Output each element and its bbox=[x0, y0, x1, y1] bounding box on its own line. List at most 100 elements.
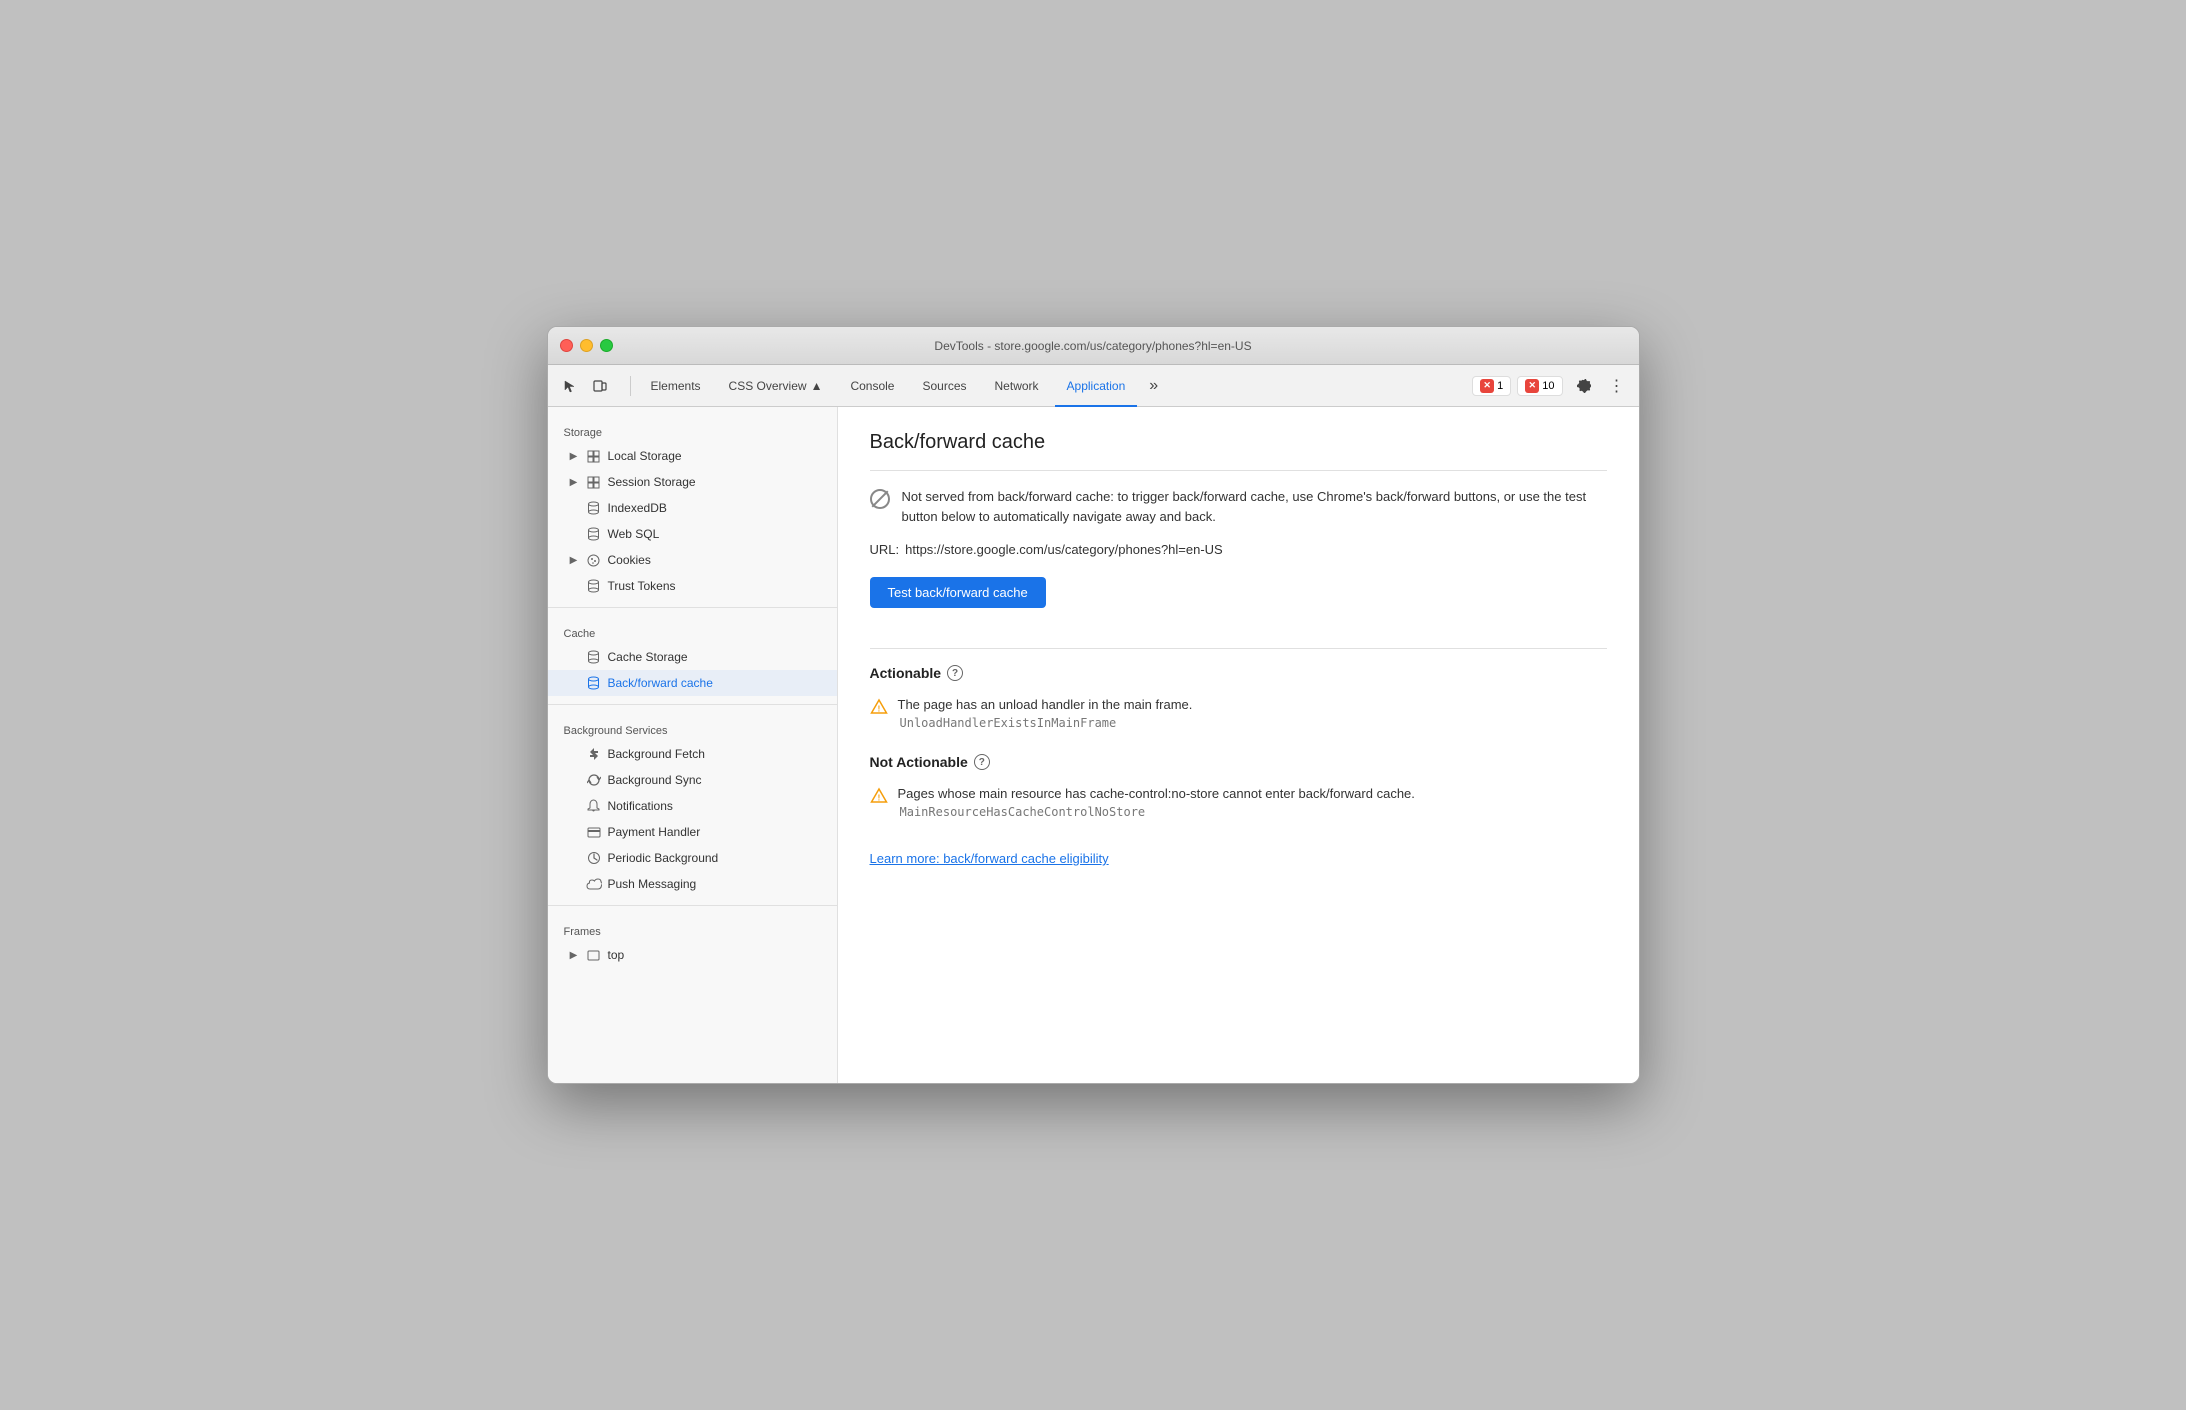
not-actionable-warning-text: Pages whose main resource has cache-cont… bbox=[898, 786, 1415, 819]
tab-elements[interactable]: Elements bbox=[639, 365, 713, 407]
sidebar-item-background-fetch[interactable]: ▶ Background Fetch bbox=[548, 741, 837, 767]
bell-icon bbox=[586, 798, 602, 814]
warning-icon: ✕ bbox=[1525, 379, 1539, 393]
maximize-button[interactable] bbox=[600, 339, 613, 352]
cursor-icon[interactable] bbox=[556, 372, 584, 400]
push-messaging-label: Push Messaging bbox=[608, 877, 697, 891]
warning-count: 10 bbox=[1542, 380, 1554, 392]
cylinder-icon-indexeddb bbox=[586, 500, 602, 516]
actionable-warning-item: ! The page has an unload handler in the … bbox=[870, 697, 1607, 730]
svg-text:!: ! bbox=[877, 705, 880, 714]
spacer-1 bbox=[870, 738, 1607, 754]
warning-count-badge[interactable]: ✕ 10 bbox=[1517, 376, 1562, 396]
error-icon: ✕ bbox=[1480, 379, 1494, 393]
close-button[interactable] bbox=[560, 339, 573, 352]
sidebar-item-session-storage[interactable]: ▶ Session Storage bbox=[548, 469, 837, 495]
background-fetch-label: Background Fetch bbox=[608, 747, 705, 761]
more-menu-button[interactable]: ⋮ bbox=[1603, 372, 1631, 400]
frame-icon bbox=[586, 947, 602, 963]
toolbar-right: ✕ 1 ✕ 10 ⋮ bbox=[1472, 372, 1630, 400]
warning-triangle-icon: ! bbox=[870, 698, 888, 716]
tab-sources[interactable]: Sources bbox=[910, 365, 978, 407]
window-title: DevTools - store.google.com/us/category/… bbox=[934, 339, 1251, 353]
not-actionable-warning-item: ! Pages whose main resource has cache-co… bbox=[870, 786, 1607, 819]
cookies-label: Cookies bbox=[608, 553, 651, 567]
local-storage-label: Local Storage bbox=[608, 449, 682, 463]
sidebar-item-cookies[interactable]: ▶ Cookies bbox=[548, 547, 837, 573]
sidebar-item-top[interactable]: ▶ top bbox=[548, 942, 837, 968]
not-actionable-title-text: Not Actionable bbox=[870, 754, 968, 770]
url-label: URL: bbox=[870, 542, 900, 557]
toolbar-icons bbox=[556, 372, 614, 400]
actionable-help-icon[interactable]: ? bbox=[947, 665, 963, 681]
bg-services-header: Background Services bbox=[548, 713, 837, 741]
not-actionable-warning-main: Pages whose main resource has cache-cont… bbox=[898, 786, 1415, 801]
divider-2 bbox=[548, 704, 837, 705]
tab-css-overview[interactable]: CSS Overview ▲ bbox=[717, 365, 835, 407]
top-divider bbox=[870, 470, 1607, 471]
actionable-section-title: Actionable ? bbox=[870, 665, 1607, 681]
sidebar-item-indexeddb[interactable]: ▶ IndexedDB bbox=[548, 495, 837, 521]
sidebar-scroll[interactable]: Storage ▶ Local Storage ▶ bbox=[548, 415, 837, 1075]
expand-arrow-local-storage: ▶ bbox=[568, 450, 580, 462]
mid-divider bbox=[870, 648, 1607, 649]
cylinder-icon-trust-tokens bbox=[586, 578, 602, 594]
device-icon[interactable] bbox=[586, 372, 614, 400]
error-count: 1 bbox=[1497, 380, 1503, 392]
payment-handler-label: Payment Handler bbox=[608, 825, 701, 839]
sidebar: Storage ▶ Local Storage ▶ bbox=[548, 407, 838, 1083]
sidebar-item-web-sql[interactable]: ▶ Web SQL bbox=[548, 521, 837, 547]
traffic-lights bbox=[560, 339, 613, 352]
cache-section-header: Cache bbox=[548, 616, 837, 644]
sidebar-item-background-sync[interactable]: ▶ Background Sync bbox=[548, 767, 837, 793]
sync-icon bbox=[586, 772, 602, 788]
content-panel: Back/forward cache Not served from back/… bbox=[838, 407, 1639, 1083]
error-count-badge[interactable]: ✕ 1 bbox=[1472, 376, 1511, 396]
cookie-icon bbox=[586, 552, 602, 568]
test-cache-button[interactable]: Test back/forward cache bbox=[870, 577, 1046, 608]
sidebar-item-periodic-background[interactable]: ▶ Periodic Background bbox=[548, 845, 837, 871]
backforward-cache-label: Back/forward cache bbox=[608, 676, 713, 690]
not-actionable-warning-code: MainResourceHasCacheControlNoStore bbox=[898, 805, 1415, 819]
session-storage-label: Session Storage bbox=[608, 475, 696, 489]
tab-network[interactable]: Network bbox=[983, 365, 1051, 407]
divider-3 bbox=[548, 905, 837, 906]
expand-arrow-top: ▶ bbox=[568, 949, 580, 961]
minimize-button[interactable] bbox=[580, 339, 593, 352]
more-tabs[interactable]: » bbox=[1141, 365, 1166, 407]
divider-1 bbox=[548, 607, 837, 608]
top-label: top bbox=[608, 948, 625, 962]
sidebar-item-push-messaging[interactable]: ▶ Push Messaging bbox=[548, 871, 837, 897]
expand-arrow-cookies: ▶ bbox=[568, 554, 580, 566]
info-box: Not served from back/forward cache: to t… bbox=[870, 487, 1607, 526]
sidebar-item-payment-handler[interactable]: ▶ Payment Handler bbox=[548, 819, 837, 845]
url-row: URL: https://store.google.com/us/categor… bbox=[870, 542, 1607, 557]
sidebar-item-local-storage[interactable]: ▶ Local Storage bbox=[548, 443, 837, 469]
sidebar-item-notifications[interactable]: ▶ Notifications bbox=[548, 793, 837, 819]
sidebar-item-trust-tokens[interactable]: ▶ Trust Tokens bbox=[548, 573, 837, 599]
sidebar-item-backforward-cache[interactable]: ▶ Back/forward cache bbox=[548, 670, 837, 696]
periodic-background-label: Periodic Background bbox=[608, 851, 719, 865]
cache-storage-label: Cache Storage bbox=[608, 650, 688, 664]
settings-button[interactable] bbox=[1569, 372, 1597, 400]
url-value: https://store.google.com/us/category/pho… bbox=[905, 542, 1223, 557]
learn-more-link[interactable]: Learn more: back/forward cache eligibili… bbox=[870, 851, 1109, 866]
not-actionable-help-icon[interactable]: ? bbox=[974, 754, 990, 770]
actionable-title-text: Actionable bbox=[870, 665, 942, 681]
cylinder-icon-web-sql bbox=[586, 526, 602, 542]
indexeddb-label: IndexedDB bbox=[608, 501, 667, 515]
arrows-icon-bg-fetch bbox=[586, 746, 602, 762]
warning-triangle-icon-2: ! bbox=[870, 787, 888, 805]
toolbar-divider bbox=[630, 376, 631, 396]
cylinder-icon-cache-storage bbox=[586, 649, 602, 665]
tab-application[interactable]: Application bbox=[1055, 365, 1138, 407]
grid-icon-session-storage bbox=[586, 474, 602, 490]
toolbar: Elements CSS Overview ▲ Console Sources … bbox=[548, 365, 1639, 407]
trust-tokens-label: Trust Tokens bbox=[608, 579, 676, 593]
blocked-icon bbox=[870, 489, 890, 509]
actionable-warning-main: The page has an unload handler in the ma… bbox=[898, 697, 1193, 712]
actionable-warning-code: UnloadHandlerExistsInMainFrame bbox=[898, 716, 1193, 730]
tab-console[interactable]: Console bbox=[838, 365, 906, 407]
sidebar-item-cache-storage[interactable]: ▶ Cache Storage bbox=[548, 644, 837, 670]
svg-text:!: ! bbox=[877, 794, 880, 803]
